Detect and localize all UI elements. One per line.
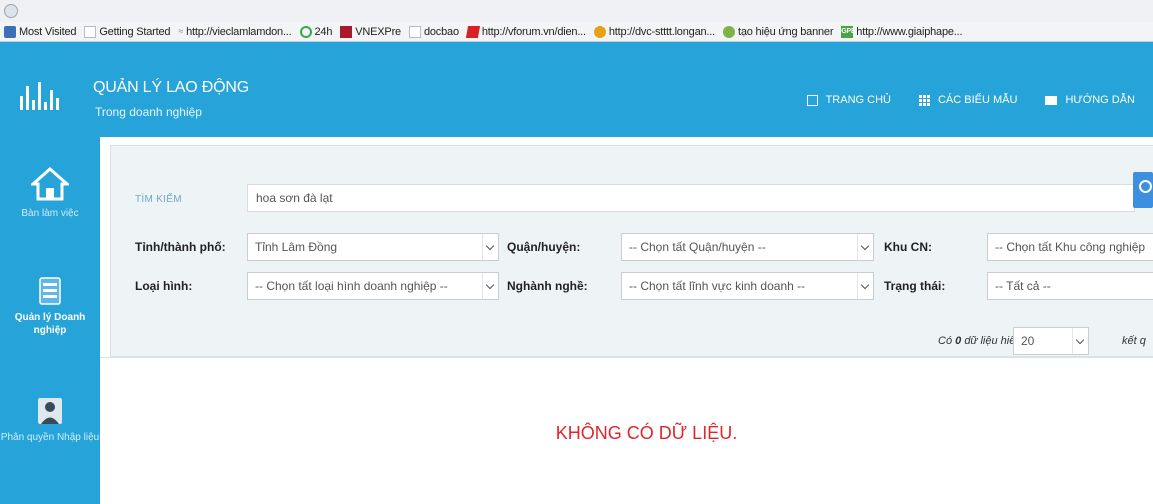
bookmark-banner[interactable]: tạo hiệu ứng banner xyxy=(722,25,834,38)
zone-value: -- Chọn tất Khu công nghiệp xyxy=(995,240,1146,254)
vforum-icon xyxy=(465,25,480,38)
bookmark-vieclam[interactable]: ≈ http://vieclamlamdon... xyxy=(178,26,291,38)
bookmark-label: http://dvc-stttt.longan... xyxy=(608,25,715,38)
bookmark-giaiphap[interactable]: GPE http://www.giaiphape... xyxy=(841,25,963,38)
count-prefix: Có xyxy=(938,335,953,347)
browser-top-strip xyxy=(0,0,1153,22)
bookmark-most-visited[interactable]: Most Visited xyxy=(4,25,77,38)
divider xyxy=(100,357,1153,358)
page-size-select[interactable]: 20 xyxy=(1013,327,1089,355)
type-value: -- Chọn tất loại hình doanh nghiệp -- xyxy=(255,279,448,293)
search-input[interactable]: hoa sơn đà lạt xyxy=(247,184,1135,212)
database-icon xyxy=(39,277,61,305)
count-value: 0 xyxy=(955,335,962,347)
sidebar-item-label: Bàn làm việc xyxy=(21,208,79,219)
type-select[interactable]: -- Chọn tất loại hình doanh nghiệp -- xyxy=(247,272,499,300)
empty-message: KHÔNG CÓ DỮ LIỆU. xyxy=(555,423,738,443)
page-size-suffix: kết q xyxy=(1122,335,1146,347)
bookmark-vforum[interactable]: http://vforum.vn/dien... xyxy=(465,25,586,38)
page-size-value: 20 xyxy=(1021,334,1035,348)
nav-label: TRANG CHỦ xyxy=(825,94,891,106)
province-select[interactable]: Tỉnh Lâm Đồng xyxy=(247,233,499,261)
top-nav: TRANG CHỦ CÁC BIỂU MẪU HƯỚNG DẪN xyxy=(806,91,1153,109)
browser-globe-icon xyxy=(4,4,18,18)
district-select[interactable]: -- Chọn tất Quận/huyện -- xyxy=(621,233,874,261)
page-icon xyxy=(408,25,421,38)
sidebar: Bàn làm việc Quản lý Doanh nghiệp Phân q… xyxy=(0,137,100,504)
app-subtitle: Trong doanh nghiệp xyxy=(95,105,202,119)
search-panel: TÌM KIẾM hoa sơn đà lạt Tỉnh/thành phố: … xyxy=(110,145,1153,357)
bookmark-label: http://www.giaiphape... xyxy=(856,25,963,38)
industry-select[interactable]: -- Chọn tất lĩnh vực kinh doanh -- xyxy=(621,272,874,300)
industry-label: Nghành nghề: xyxy=(507,279,588,293)
nav-home[interactable]: TRANG CHỦ xyxy=(806,94,891,106)
sidebar-item-label: Phân quyền Nhập liệu xyxy=(0,432,100,443)
nav-label: CÁC BIỂU MẪU xyxy=(937,94,1018,106)
bookmark-label: Getting Started xyxy=(99,25,171,38)
clock-icon xyxy=(299,25,312,38)
chevron-down-icon xyxy=(1072,328,1088,354)
bookmark-label: Most Visited xyxy=(19,25,77,38)
home-icon xyxy=(806,94,818,106)
chevron-down-icon xyxy=(482,234,498,260)
bookmark-docbao[interactable]: docbao xyxy=(408,25,459,38)
bookmark-24h[interactable]: 24h xyxy=(299,25,333,38)
page-icon xyxy=(84,25,97,38)
industry-value: -- Chọn tất lĩnh vực kinh doanh -- xyxy=(629,279,806,293)
type-label: Loại hình: xyxy=(135,279,193,293)
bookmark-vnexpress[interactable]: VNEXPre xyxy=(340,25,401,38)
bookmark-getting-started[interactable]: Getting Started xyxy=(84,25,171,38)
province-value: Tỉnh Lâm Đồng xyxy=(255,240,338,254)
bookmark-label: http://vforum.vn/dien... xyxy=(481,25,586,38)
bookmarks-bar: Most Visited Getting Started ≈ http://vie… xyxy=(0,22,1153,42)
sidebar-item-label: Quản lý Doanh nghiệp xyxy=(14,312,86,336)
status-select[interactable]: -- Tất cả -- xyxy=(987,272,1153,300)
logo-icon[interactable] xyxy=(20,80,70,110)
chevron-down-icon xyxy=(857,234,873,260)
grid-icon xyxy=(918,94,930,106)
bookmark-label: VNEXPre xyxy=(355,25,401,38)
bookmark-label: http://vieclamlamdon... xyxy=(186,25,292,38)
search-icon xyxy=(1139,180,1152,193)
bookmark-label: docbao xyxy=(423,25,459,38)
bookmark-label: tạo hiệu ứng banner xyxy=(737,25,834,38)
main-content: TÌM KIẾM hoa sơn đà lạt Tỉnh/thành phố: … xyxy=(100,137,1153,504)
app-header: QUẢN LÝ LAO ĐỘNG Trong doanh nghiệp TRAN… xyxy=(0,42,1153,137)
zone-select[interactable]: -- Chọn tất Khu công nghiệp xyxy=(987,233,1153,261)
district-label: Quận/huyện: xyxy=(507,240,581,254)
district-value: -- Chọn tất Quận/huyện -- xyxy=(629,240,766,254)
bookmark-star-icon xyxy=(4,25,16,38)
sidebar-item-permissions[interactable]: Phân quyền Nhập liệu xyxy=(0,397,100,444)
chevron-down-icon xyxy=(482,273,498,299)
sidebar-item-companies[interactable]: Quản lý Doanh nghiệp xyxy=(0,277,100,337)
zone-label: Khu CN: xyxy=(884,240,932,254)
bookmark-label: 24h xyxy=(314,25,333,38)
nav-forms[interactable]: CÁC BIỂU MẪU xyxy=(918,94,1018,106)
home-icon xyxy=(31,167,69,201)
province-label: Tỉnh/thành phố: xyxy=(135,240,226,254)
nav-guide[interactable]: HƯỚNG DẪN xyxy=(1045,94,1135,106)
book-icon xyxy=(1045,95,1058,105)
vnexpress-icon xyxy=(340,25,353,38)
chevron-down-icon xyxy=(857,273,873,299)
app-title: QUẢN LÝ LAO ĐỘNG xyxy=(93,79,249,96)
sidebar-item-workspace[interactable]: Bàn làm việc xyxy=(0,167,100,220)
globe-icon xyxy=(722,25,735,38)
bookmark-dvc[interactable]: http://dvc-stttt.longan... xyxy=(593,25,715,38)
user-icon xyxy=(38,398,62,424)
status-label: Trạng thái: xyxy=(884,279,946,293)
site-icon: ≈ xyxy=(178,25,184,36)
gpe-icon: GPE xyxy=(841,25,856,38)
search-button[interactable] xyxy=(1133,172,1153,208)
status-value: -- Tất cả -- xyxy=(995,279,1051,293)
search-label: TÌM KIẾM xyxy=(135,194,182,205)
dvc-icon xyxy=(593,25,606,38)
nav-label: HƯỚNG DẪN xyxy=(1065,94,1135,106)
